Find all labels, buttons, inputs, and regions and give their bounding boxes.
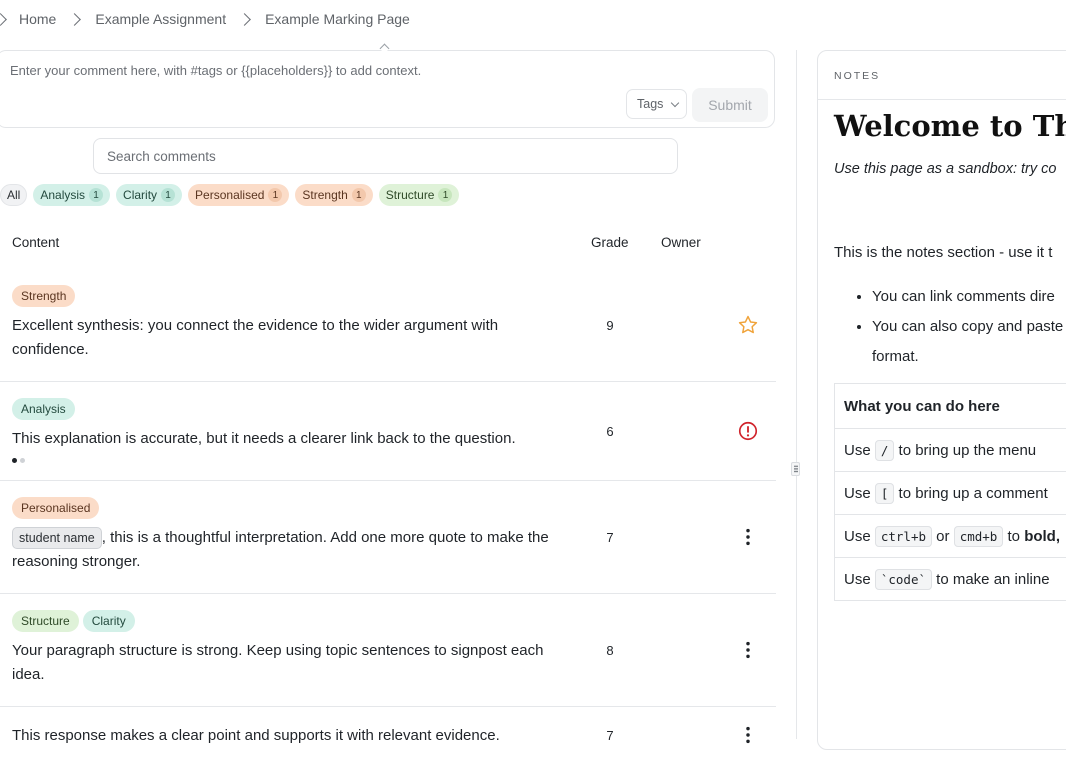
list-item[interactable]: You can link comments dire [872, 282, 1066, 312]
filter-count-badge: 1 [352, 188, 366, 202]
row-tag: Clarity [83, 610, 135, 632]
filter-count-badge: 1 [161, 188, 175, 202]
chevron-down-icon [671, 98, 679, 106]
notes-title[interactable]: Welcome to The [834, 109, 1066, 143]
cell-text: to bring up the menu [894, 442, 1036, 459]
tags-dropdown-label: Tags [637, 97, 663, 111]
cell-text: to [1003, 528, 1024, 545]
cell-text: to bring up a comment [894, 485, 1047, 502]
tags-dropdown[interactable]: Tags [626, 89, 687, 119]
notes-table: What you can do here Use / to bring up t… [834, 383, 1066, 601]
more-icon[interactable] [737, 526, 759, 548]
inline-code: [ [875, 483, 895, 504]
comment-text[interactable]: Excellent synthesis: you connect the evi… [12, 314, 552, 362]
row-tag: Structure [12, 610, 79, 632]
submit-button[interactable]: Submit [692, 88, 768, 122]
notes-table-header[interactable]: What you can do here [835, 384, 1066, 429]
tag-filter-bar: All Analysis 1 Clarity 1 Personalised 1 Str… [0, 184, 465, 206]
more-icon[interactable] [737, 724, 759, 746]
filter-count-badge: 1 [89, 188, 103, 202]
bold-text: bold, [1024, 528, 1060, 545]
row-tag: Strength [12, 285, 75, 307]
comment-input[interactable]: Enter your comment here, with #tags or {… [10, 63, 421, 78]
filter-chip-analysis[interactable]: Analysis 1 [33, 184, 110, 206]
grade-value: 8 [600, 643, 620, 658]
collapse-caret-icon[interactable] [380, 44, 390, 54]
notes-table-cell[interactable]: Use ctrl+b or cmd+b to bold, [835, 515, 1066, 558]
notes-section-label: NOTES [834, 70, 880, 82]
column-header-owner[interactable]: Owner [661, 235, 701, 250]
table-row[interactable]: Strength Excellent synthesis: you connec… [0, 268, 776, 382]
star-icon[interactable] [737, 314, 759, 336]
inline-code: / [875, 440, 895, 461]
comment-composer[interactable]: Enter your comment here, with #tags or {… [0, 50, 775, 128]
filter-chip-label: Clarity [123, 188, 157, 202]
variant-pager[interactable] [12, 458, 25, 463]
table-header: Content Grade Owner [0, 230, 776, 256]
cell-text: Use [844, 528, 875, 545]
table-row[interactable]: Structure Clarity Your paragraph structu… [0, 593, 776, 707]
placeholder-chip: student name [12, 527, 102, 549]
breadcrumb: Home Example Assignment Example Marking … [0, 0, 410, 38]
grade-value: 9 [600, 318, 620, 333]
cell-text: Use [844, 571, 875, 588]
row-tag: Personalised [12, 497, 99, 519]
filter-chip-label: Structure [386, 188, 435, 202]
grade-value: 6 [600, 424, 620, 439]
filter-chip-label: Personalised [195, 188, 264, 202]
search-input[interactable] [93, 138, 678, 174]
list-item[interactable]: You can also copy and paste [872, 312, 1066, 342]
comment-text[interactable]: student name, this is a thoughtful inter… [12, 526, 552, 574]
filter-chip-clarity[interactable]: Clarity 1 [116, 184, 182, 206]
table-row[interactable]: Personalised student name, this is a tho… [0, 480, 776, 594]
column-header-grade[interactable]: Grade [591, 235, 629, 250]
inline-code: `code` [875, 569, 932, 590]
table-row[interactable]: This response makes a clear point and su… [0, 706, 776, 766]
inline-code: cmd+b [954, 526, 1004, 547]
table-row[interactable]: Analysis This explanation is accurate, b… [0, 381, 776, 481]
grade-value: 7 [600, 530, 620, 545]
notes-subtitle[interactable]: Use this page as a sandbox: try co [834, 161, 1056, 177]
column-header-content[interactable]: Content [12, 235, 59, 250]
comment-text[interactable]: This response makes a clear point and su… [12, 724, 552, 748]
breadcrumb-assignment[interactable]: Example Assignment [95, 11, 226, 27]
more-icon[interactable] [737, 639, 759, 661]
comment-text[interactable]: This explanation is accurate, but it nee… [12, 427, 552, 451]
filter-count-badge: 1 [438, 188, 452, 202]
breadcrumb-home[interactable]: Home [19, 11, 56, 27]
breadcrumb-marking-page: Example Marking Page [265, 11, 410, 27]
notes-table-cell[interactable]: Use `code` to make an inline [835, 558, 1066, 601]
chevron-right-icon [0, 13, 7, 26]
row-tag: Analysis [12, 398, 75, 420]
notes-table-cell[interactable]: Use [ to bring up a comment [835, 472, 1066, 515]
filter-chip-personalised[interactable]: Personalised 1 [188, 184, 289, 206]
pager-dot[interactable] [20, 458, 25, 463]
cell-text: to make an inline [932, 571, 1050, 588]
comment-text[interactable]: Your paragraph structure is strong. Keep… [12, 639, 552, 687]
cell-text: or [932, 528, 954, 545]
list-item-continuation[interactable]: format. [872, 342, 1066, 372]
alert-icon[interactable] [737, 420, 759, 442]
panel-divider [796, 50, 797, 739]
grade-value: 7 [600, 728, 620, 743]
filter-chip-strength[interactable]: Strength 1 [295, 184, 372, 206]
divider [818, 99, 1066, 100]
resize-handle-icon[interactable] [791, 462, 800, 476]
filter-chip-label: Analysis [40, 188, 85, 202]
notes-table-cell[interactable]: Use / to bring up the menu [835, 429, 1066, 472]
cell-text: Use [844, 485, 875, 502]
pager-dot-active[interactable] [12, 458, 17, 463]
notes-paragraph[interactable]: This is the notes section - use it t [834, 244, 1052, 261]
filter-chip-all[interactable]: All [0, 184, 27, 206]
inline-code: ctrl+b [875, 526, 932, 547]
chevron-right-icon [238, 13, 251, 26]
notes-panel: NOTES Welcome to The Use this page as a … [817, 50, 1066, 750]
notes-bullet-list: You can link comments dire You can also … [834, 282, 1066, 372]
filter-count-badge: 1 [268, 188, 282, 202]
chevron-right-icon [68, 13, 81, 26]
filter-chip-label: Strength [302, 188, 347, 202]
cell-text: Use [844, 442, 875, 459]
filter-chip-structure[interactable]: Structure1 [379, 184, 460, 206]
